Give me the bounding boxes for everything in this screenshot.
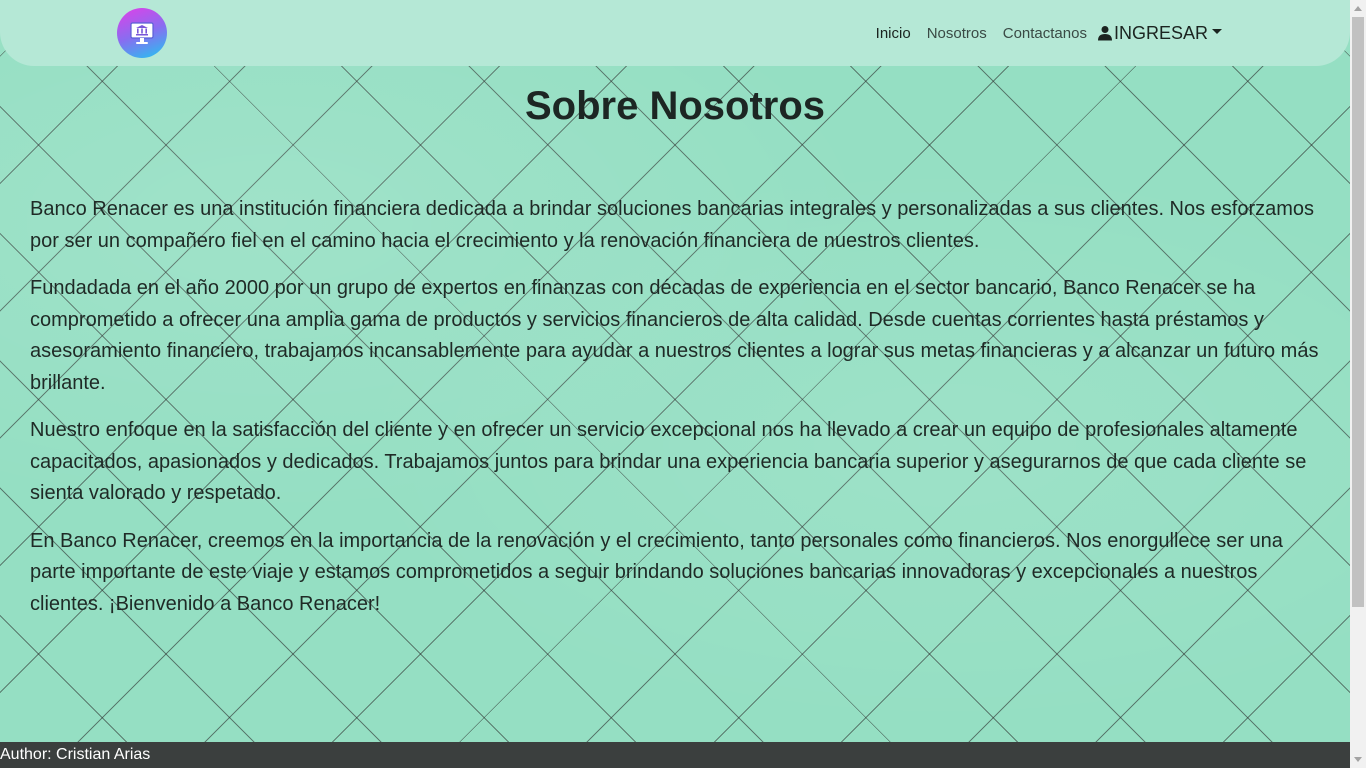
scroll-up-icon[interactable]: [1354, 6, 1362, 11]
paragraph-closing: En Banco Renacer, creemos en la importan…: [30, 529, 1283, 615]
paragraph-intro: Banco Renacer es una institución financi…: [30, 198, 1315, 252]
footer-author: Author: Cristian Arias: [0, 746, 151, 763]
caret-down-icon: [1212, 29, 1222, 34]
main-content: Sobre Nosotros Banco Renacer es una inst…: [30, 66, 1320, 636]
vertical-scrollbar[interactable]: [1350, 0, 1366, 768]
navbar: Inicio Nosotros Contactanos INGRESAR: [0, 0, 1350, 66]
paragraph-history: Fundadada en el año 2000 por un grupo de…: [30, 277, 1319, 394]
scroll-down-icon[interactable]: [1354, 757, 1362, 762]
nav-link-contactanos[interactable]: Contactanos: [1003, 25, 1087, 42]
nav-link-inicio[interactable]: Inicio: [876, 25, 911, 42]
login-label: INGRESAR: [1113, 22, 1208, 43]
page-title: Sobre Nosotros: [524, 84, 826, 128]
bank-computer-logo-icon[interactable]: [117, 8, 167, 58]
nav-links: Inicio Nosotros Contactanos INGRESAR: [860, 0, 1222, 66]
login-dropdown-button[interactable]: INGRESAR: [1097, 23, 1222, 44]
nav-link-nosotros[interactable]: Nosotros: [927, 25, 987, 42]
footer: Author: Cristian Arias: [0, 742, 1350, 768]
user-icon: [1097, 26, 1112, 41]
paragraph-focus: Nuestro enfoque en la satisfacción del c…: [30, 419, 1307, 504]
scroll-thumb[interactable]: [1352, 17, 1364, 607]
